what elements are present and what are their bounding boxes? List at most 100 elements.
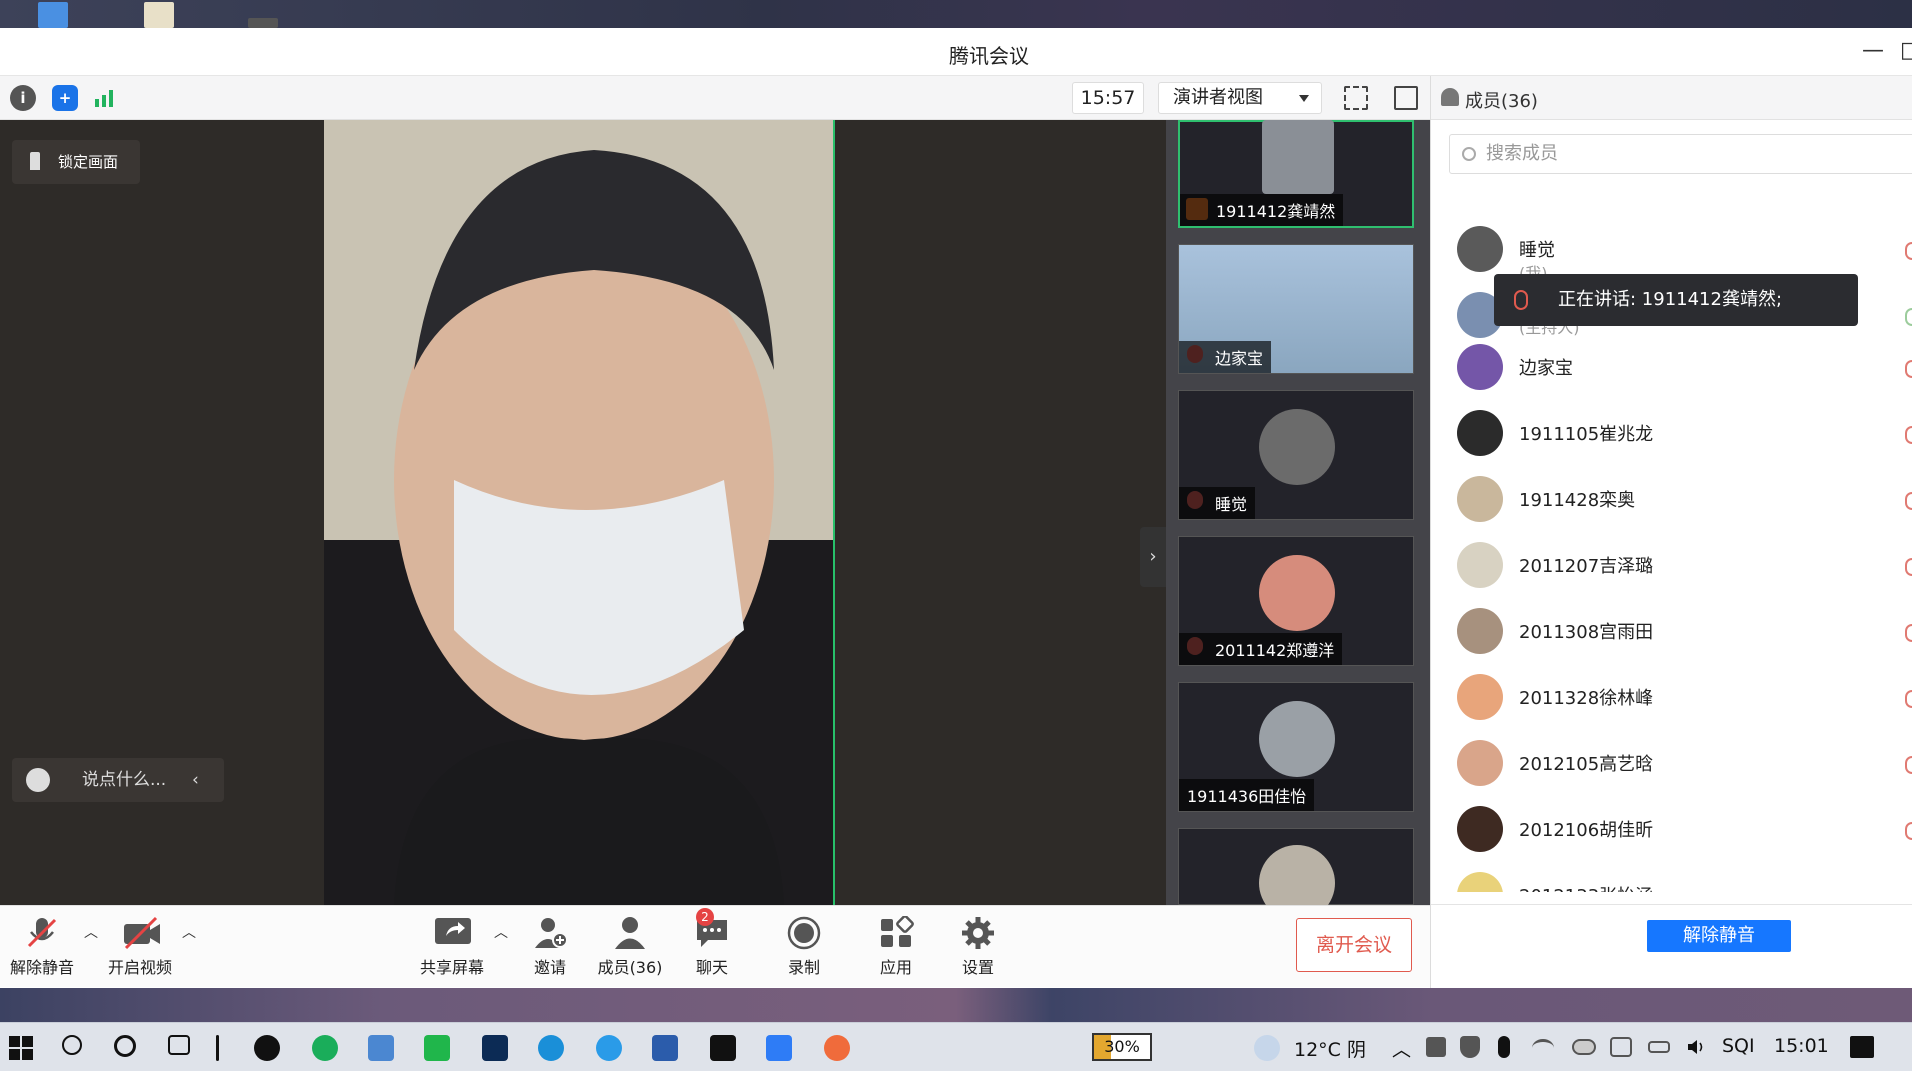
notification-center-icon[interactable] [1850, 1036, 1874, 1058]
member-row[interactable]: 1911105崔兆龙 [1457, 404, 1912, 464]
chat-collapse-icon[interactable]: ‹ [192, 758, 199, 802]
unmute-all-button[interactable]: 解除静音 [1647, 920, 1791, 952]
mic-icon[interactable] [1905, 308, 1912, 326]
desktop-folder-icon[interactable] [38, 2, 68, 28]
member-avatar [1457, 542, 1503, 588]
audio-options-chevron-icon[interactable]: ︿ [84, 922, 98, 942]
battery-tray-icon[interactable] [1648, 1041, 1670, 1053]
network-tray-icon[interactable] [1426, 1037, 1446, 1057]
participant-video [1262, 120, 1334, 194]
unmute-button[interactable]: 解除静音 [2, 916, 82, 978]
photos-icon[interactable] [368, 1035, 394, 1061]
fullscreen-icon[interactable] [1344, 86, 1368, 110]
participant-tile[interactable]: 睡觉 [1178, 390, 1414, 520]
record-button[interactable]: 录制 [764, 916, 844, 978]
volume-icon[interactable] [1686, 1037, 1706, 1057]
share-screen-button[interactable]: 共享屏幕 [412, 916, 492, 978]
shield-icon[interactable] [1460, 1036, 1480, 1058]
app-green-icon[interactable] [312, 1035, 338, 1061]
info-icon[interactable]: i [10, 85, 36, 111]
battery-indicator[interactable]: 30% [1092, 1033, 1152, 1061]
task-view-icon[interactable] [168, 1035, 190, 1055]
qq-icon[interactable] [254, 1035, 280, 1061]
weather-text[interactable]: 12°C 阴 [1294, 1035, 1366, 1062]
member-row[interactable]: 1911428栾奥 [1457, 470, 1912, 530]
view-mode-dropdown[interactable]: 演讲者视图 [1158, 82, 1322, 114]
display-icon[interactable] [1610, 1037, 1632, 1057]
tencent-meeting-icon[interactable] [766, 1035, 792, 1061]
invite-label: 邀请 [533, 958, 566, 977]
leave-meeting-button[interactable]: 离开会议 [1296, 918, 1412, 972]
settings-label: 设置 [961, 958, 994, 977]
emoji-icon[interactable] [26, 768, 50, 792]
taskbar-separator [216, 1035, 219, 1061]
member-row[interactable]: 2012133张怡涵 [1457, 866, 1897, 892]
microphone-icon[interactable] [1498, 1036, 1510, 1058]
app-orange-icon[interactable] [824, 1035, 850, 1061]
desktop-file-icon[interactable] [144, 2, 174, 28]
security-shield-icon[interactable]: + [52, 85, 78, 111]
search-icon[interactable] [62, 1035, 82, 1055]
minimize-button[interactable]: — [1862, 38, 1884, 63]
chat-button[interactable]: 2 聊天 [672, 908, 752, 978]
member-row[interactable]: 2011328徐林峰 [1457, 668, 1912, 728]
mic-muted-icon[interactable] [1905, 690, 1912, 708]
edge-icon[interactable] [538, 1035, 564, 1061]
mic-muted-icon[interactable] [1905, 756, 1912, 774]
member-row[interactable]: 2011308宫雨田 [1457, 602, 1912, 662]
members-button[interactable]: 成员(36) [590, 916, 670, 978]
settings-button[interactable]: 设置 [938, 916, 1018, 978]
participant-tile[interactable] [1178, 828, 1414, 921]
participant-tile[interactable]: 2011142郑遵洋 [1178, 536, 1414, 666]
mic-muted-icon[interactable] [1905, 492, 1912, 510]
participant-tile[interactable]: 1911412龚靖然 [1178, 120, 1414, 228]
chevron-down-icon [1299, 95, 1309, 102]
wifi-icon[interactable] [1532, 1039, 1554, 1057]
chat-input-box[interactable]: 说点什么... ‹ [12, 758, 224, 802]
mic-muted-icon[interactable] [1905, 360, 1912, 378]
desktop-background-top [0, 0, 1912, 28]
system-clock[interactable]: 15:01 [1774, 1035, 1829, 1057]
participant-tile[interactable]: 边家宝 [1178, 244, 1414, 374]
share-options-chevron-icon[interactable]: ︿ [494, 922, 508, 942]
share-screen-label: 共享屏幕 [419, 958, 484, 977]
mic-muted-icon[interactable] [1905, 426, 1912, 444]
lock-view-button[interactable]: 锁定画面 [12, 140, 140, 184]
layout-panel-icon[interactable] [1394, 86, 1418, 110]
capcut-icon[interactable] [710, 1035, 736, 1061]
mic-muted-icon[interactable] [1905, 822, 1912, 840]
maximize-button[interactable]: □ [1900, 38, 1912, 63]
ime-indicator[interactable]: SQI [1722, 1035, 1755, 1057]
members-panel-title: 成员(36) [1465, 91, 1538, 112]
desktop-shortcut-icon[interactable] [248, 18, 278, 28]
participant-name: 睡觉 [1179, 487, 1256, 519]
cortana-icon[interactable] [114, 1035, 136, 1057]
cloud-icon[interactable] [1572, 1039, 1596, 1055]
share-screen-icon [434, 916, 471, 950]
participant-tile[interactable]: 1911436田佳怡 [1178, 682, 1414, 812]
member-row[interactable]: 2011207吉泽璐 [1457, 536, 1912, 596]
collapse-rail-icon[interactable]: › [1140, 527, 1166, 587]
mic-muted-icon[interactable] [1905, 242, 1912, 260]
video-options-chevron-icon[interactable]: ︿ [182, 922, 196, 942]
wechat-icon[interactable] [424, 1035, 450, 1061]
signal-bars-icon[interactable] [92, 85, 118, 111]
member-row[interactable]: 2012105高艺晗 [1457, 734, 1912, 794]
mic-muted-icon[interactable] [1905, 624, 1912, 642]
invite-button[interactable]: 邀请 [510, 916, 590, 978]
photoshop-icon[interactable] [482, 1035, 508, 1061]
member-name: 1911105崔兆龙 [1519, 424, 1654, 445]
member-row[interactable]: 边家宝 [1457, 338, 1912, 398]
apps-button[interactable]: 应用 [856, 915, 936, 978]
member-row[interactable]: 睡觉 (我) [1457, 220, 1912, 283]
word-icon[interactable] [652, 1035, 678, 1061]
desktop-background-bottom [0, 988, 1912, 1022]
chevron-up-icon[interactable]: ︿ [1392, 1035, 1411, 1062]
mic-muted-icon[interactable] [1905, 558, 1912, 576]
start-video-button[interactable]: 开启视频 [100, 916, 180, 978]
weather-icon[interactable] [1254, 1035, 1280, 1061]
windows-start-icon[interactable] [8, 1035, 34, 1061]
member-row[interactable]: 2012106胡佳昕 [1457, 800, 1912, 860]
ie-icon[interactable] [596, 1035, 622, 1061]
member-search-input[interactable]: 搜索成员 [1449, 134, 1912, 174]
